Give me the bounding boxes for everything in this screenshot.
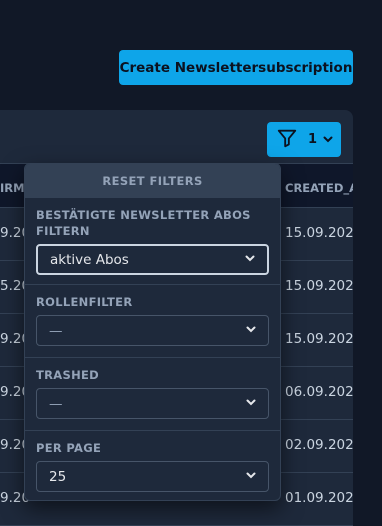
chevron-down-icon <box>245 323 257 339</box>
funnel-icon <box>276 127 298 153</box>
chevron-down-icon <box>322 130 334 149</box>
active-filter-count: 1 <box>308 132 318 147</box>
filter-section-role: ROLLENFILTER — <box>25 284 280 357</box>
cell-created-at: 15.09.2023 <box>285 225 353 241</box>
filter-label: PER PAGE <box>36 441 102 455</box>
table-toolbar: 1 <box>0 110 353 164</box>
chevron-down-icon <box>245 469 257 485</box>
filter-section-trashed: TRASHED — <box>25 357 280 430</box>
role-filter-select[interactable]: — <box>36 315 269 346</box>
trashed-select[interactable]: — <box>36 388 269 419</box>
filter-label: ROLLENFILTER <box>36 295 133 309</box>
filter-label: BESTÄTIGTE NEWSLETTER ABOS FILTERN <box>36 208 251 238</box>
cell-created-at: 15.09.2023 <box>285 278 353 294</box>
cell-created-at: 02.09.2023 <box>285 437 353 453</box>
cell-created-at: 01.09.2023 <box>285 490 353 506</box>
create-newslettersubscription-button[interactable]: Create Newslettersubscription <box>119 50 353 85</box>
cell-created-at: 06.09.2023 <box>285 384 353 400</box>
filter-dropdown-panel: RESET FILTERS BESTÄTIGTE NEWSLETTER ABOS… <box>24 163 281 501</box>
reset-filters-button[interactable]: RESET FILTERS <box>25 164 280 197</box>
filter-dropdown-button[interactable]: 1 <box>267 122 341 157</box>
chevron-down-icon <box>244 252 256 268</box>
column-header-created-at[interactable]: CREATED_AT <box>285 181 353 195</box>
select-value: — <box>49 395 63 412</box>
cell-created-at: 15.09.2023 <box>285 331 353 347</box>
select-value: 25 <box>49 468 67 485</box>
filter-section-per-page: PER PAGE 25 <box>25 430 280 500</box>
select-value: — <box>49 322 63 339</box>
confirmed-subscriptions-select[interactable]: aktive Abos <box>36 244 269 275</box>
filter-label: TRASHED <box>36 368 100 382</box>
per-page-select[interactable]: 25 <box>36 461 269 492</box>
filter-section-confirmed: BESTÄTIGTE NEWSLETTER ABOS FILTERN aktiv… <box>25 197 280 284</box>
select-value: aktive Abos <box>50 251 129 268</box>
chevron-down-icon <box>245 396 257 412</box>
